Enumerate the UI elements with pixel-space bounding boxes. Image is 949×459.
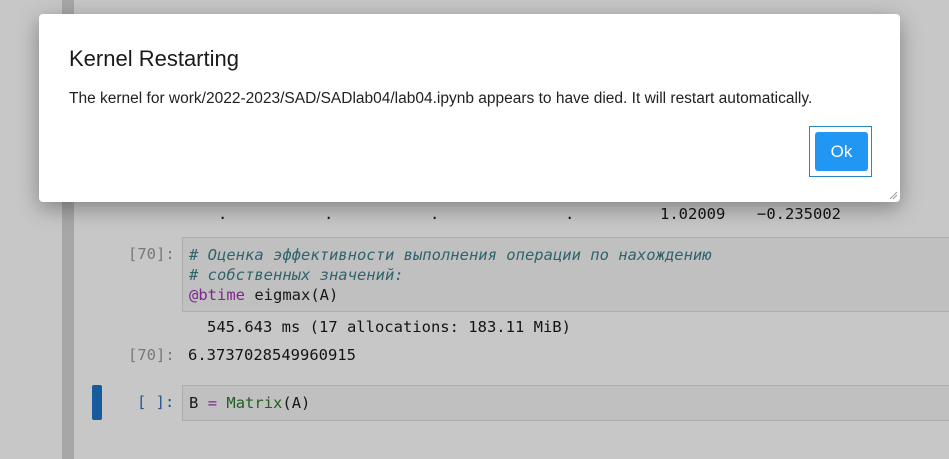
ok-button[interactable]: Ok	[815, 132, 868, 171]
dialog-title: Kernel Restarting	[69, 46, 239, 71]
resize-grip-icon[interactable]	[889, 191, 898, 200]
kernel-restart-dialog: Kernel Restarting The kernel for work/20…	[39, 14, 900, 202]
dialog-message: The kernel for work/2022-2023/SAD/SADlab…	[69, 90, 813, 107]
